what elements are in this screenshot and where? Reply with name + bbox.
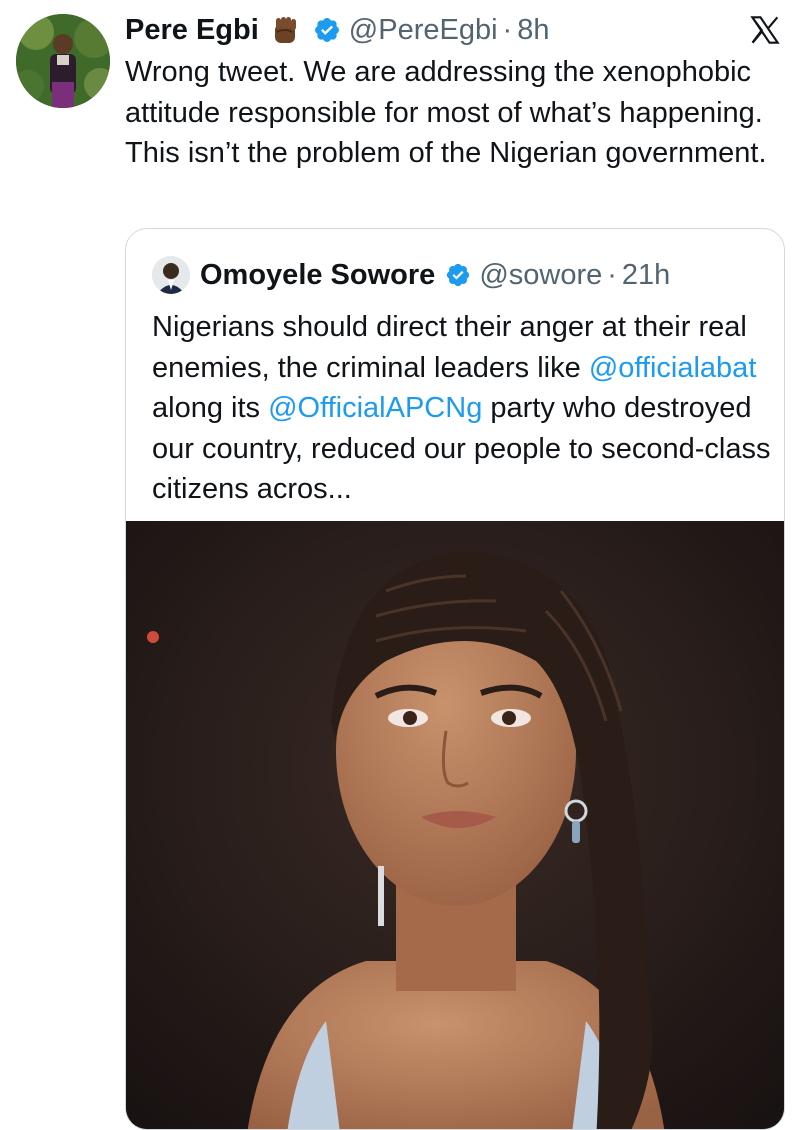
quoted-author-avatar[interactable] — [152, 256, 190, 294]
author-avatar[interactable] — [16, 14, 110, 108]
quoted-tweet[interactable]: Omoyele Sowore @sowore · 21h Nigerians s… — [125, 228, 785, 1130]
author-name[interactable]: Pere Egbi — [125, 8, 259, 52]
quoted-author-name[interactable]: Omoyele Sowore — [200, 255, 435, 295]
verified-badge-icon — [314, 18, 339, 42]
tweet-header: Pere Egbi @PereEgbi · 8h — [125, 8, 549, 52]
quoted-tweet-text: Nigerians should direct their anger at t… — [152, 307, 772, 510]
tweet[interactable]: Pere Egbi @PereEgbi · 8h Wrong tweet. We… — [0, 0, 803, 1130]
tweet-timestamp[interactable]: 8h — [517, 8, 549, 52]
tweet-text: Wrong tweet. We are addressing the xenop… — [125, 56, 767, 169]
author-avatar-image — [16, 14, 110, 108]
verified-badge-icon — [447, 263, 470, 287]
quoted-tweet-header: Omoyele Sowore @sowore · 21h — [200, 255, 670, 295]
quoted-text-part: along its — [152, 392, 269, 424]
separator-dot: · — [607, 259, 617, 291]
quoted-tweet-timestamp[interactable]: 21h — [622, 255, 670, 295]
photo-image — [126, 521, 784, 1129]
mention-link[interactable]: @OfficialAPCNg — [268, 392, 482, 424]
quoted-tweet-photo[interactable] — [126, 521, 784, 1129]
quoted-author-handle[interactable]: @sowore — [479, 255, 602, 295]
author-handle[interactable]: @PereEgbi — [349, 8, 498, 52]
raised-fist-emoji-icon — [274, 17, 296, 43]
quoted-avatar-image — [152, 256, 190, 294]
separator-dot: · — [502, 14, 513, 46]
x-logo-icon[interactable] — [748, 14, 782, 46]
mention-link[interactable]: @officialabat — [589, 352, 757, 384]
